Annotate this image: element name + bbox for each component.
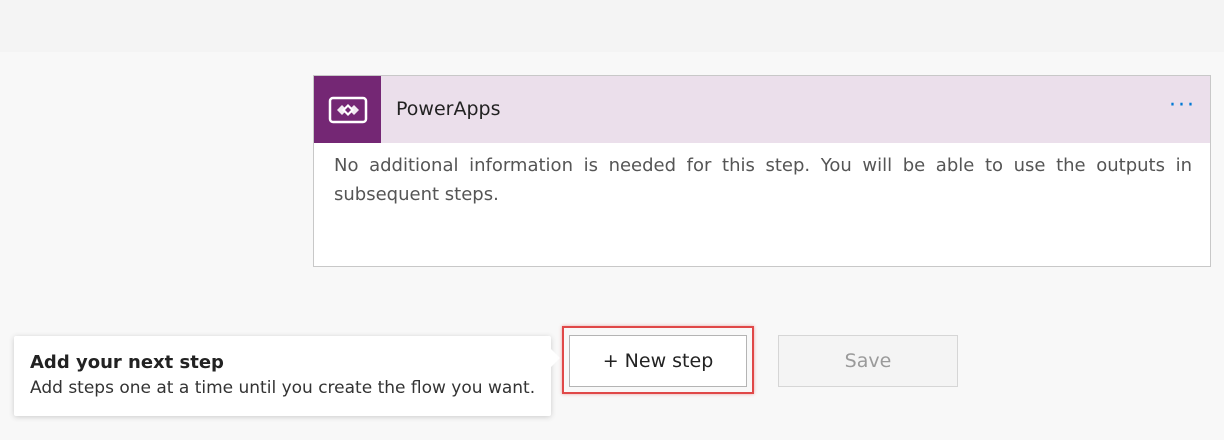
tooltip-title: Add your next step — [30, 352, 224, 373]
next-step-tooltip: Add your next step Add steps one at a ti… — [14, 336, 560, 416]
powerapps-trigger-card: PowerApps ··· No additional information … — [313, 75, 1211, 267]
top-bar — [0, 0, 1224, 52]
card-title: PowerApps — [396, 98, 501, 120]
more-options-icon[interactable]: ··· — [1169, 76, 1196, 143]
card-header[interactable]: PowerApps ··· — [314, 76, 1210, 143]
tooltip-text: Add steps one at a time until you create… — [30, 378, 536, 398]
new-step-button[interactable]: + New step — [569, 335, 747, 387]
card-body-text: No additional information is needed for … — [334, 155, 1192, 205]
powerapps-icon — [314, 76, 381, 143]
save-button[interactable]: Save — [778, 335, 958, 387]
